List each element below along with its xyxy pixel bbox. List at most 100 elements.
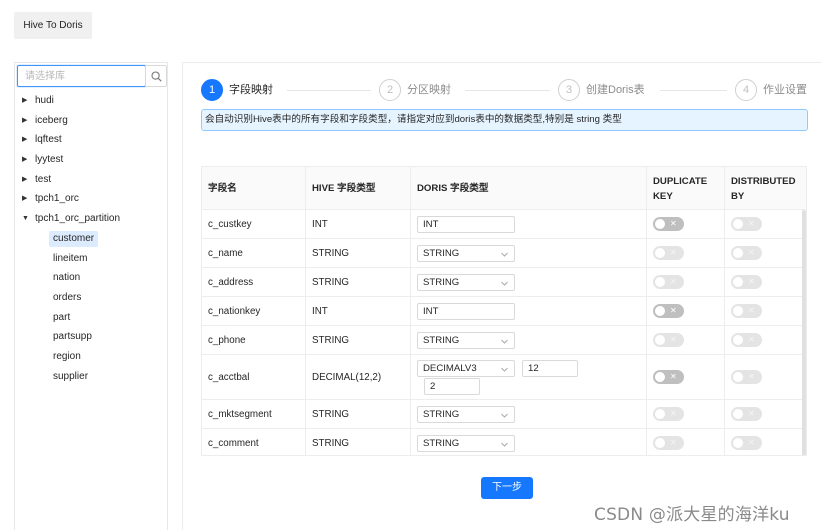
distributed-by-toggle: ✕: [731, 217, 762, 231]
caret-right-icon[interactable]: ▶: [22, 130, 30, 150]
duplicate-key-toggle: ✕: [653, 436, 684, 450]
duplicate-key-cell: ✕: [647, 239, 725, 267]
tree-node-table[interactable]: region: [15, 347, 167, 367]
database-search-input[interactable]: [17, 65, 146, 87]
caret-right-icon[interactable]: ▶: [22, 91, 30, 111]
doris-type-cell: STRING: [411, 268, 647, 296]
duplicate-key-toggle: ✕: [653, 333, 684, 347]
doris-type-select[interactable]: STRING: [417, 406, 515, 423]
tree-node-database[interactable]: ▶ test: [15, 170, 167, 190]
switch-knob: [733, 409, 743, 419]
table-row: c_address STRING STRING ✕ ✕: [202, 268, 806, 297]
table-row: c_comment STRING STRING ✕ ✕: [202, 429, 806, 455]
doris-type-cell: DECIMALV3 12 2: [411, 355, 647, 399]
header-field-name: 字段名: [202, 167, 306, 210]
hive-type-cell: INT: [306, 297, 411, 325]
doris-type-select[interactable]: DECIMALV3: [417, 360, 515, 377]
tree-node-label: hudi: [35, 95, 54, 106]
caret-down-icon[interactable]: ▼: [22, 209, 30, 229]
switch-off-icon: ✕: [748, 372, 755, 381]
tree-node-database[interactable]: ▼ tpch1_orc_partition: [15, 209, 167, 229]
doris-type-select[interactable]: STRING: [417, 435, 515, 452]
tree-node-table[interactable]: lineitem: [15, 249, 167, 269]
tree-node-label: iceberg: [35, 114, 68, 126]
field-name-cell: c_custkey: [202, 210, 306, 238]
tree-node-table-label: supplier: [53, 370, 89, 382]
switch-off-icon: ✕: [748, 409, 755, 418]
tree-node-table-label: customer: [49, 230, 99, 247]
switch-off-icon: ✕: [670, 248, 677, 257]
doris-type-select[interactable]: STRING: [417, 332, 515, 349]
database-tree: ▶ hudi ▶ iceberg ▶ lqftest ▶ lyytest ▶ test ▶ tpch1…: [15, 91, 167, 386]
search-button[interactable]: [145, 65, 167, 87]
switch-knob: [733, 438, 743, 448]
doris-type-select[interactable]: STRING: [417, 274, 515, 291]
switch-knob: [733, 248, 743, 258]
table-row: c_acctbal DECIMAL(12,2) DECIMALV3 12 2 ✕ ✕: [202, 355, 806, 400]
step-connector: [287, 90, 371, 91]
tree-node-database[interactable]: ▶ lyytest: [15, 150, 167, 170]
field-name-cell: c_phone: [202, 326, 306, 354]
switch-off-icon: ✕: [748, 306, 755, 315]
decimal-scale-input[interactable]: 2: [424, 378, 480, 395]
next-step-button[interactable]: 下一步: [481, 477, 533, 499]
chevron-down-icon: [500, 439, 509, 454]
doris-type-input[interactable]: INT: [417, 216, 515, 233]
caret-right-icon[interactable]: ▶: [22, 150, 30, 170]
field-mapping-table: 字段名 HIVE 字段类型 DORIS 字段类型 DUPLICATE KEY DI…: [201, 166, 807, 456]
table-row: c_name STRING STRING ✕ ✕: [202, 239, 806, 268]
tree-node-database[interactable]: ▶ lqftest: [15, 130, 167, 150]
switch-off-icon: ✕: [748, 248, 755, 257]
doris-type-select[interactable]: STRING: [417, 245, 515, 262]
tree-node-table[interactable]: customer: [15, 229, 167, 249]
decimal-precision-input[interactable]: 12: [522, 360, 578, 377]
hive-type-cell: STRING: [306, 239, 411, 267]
tree-node-table[interactable]: supplier: [15, 367, 167, 387]
duplicate-key-cell: ✕: [647, 400, 725, 428]
switch-knob: [733, 219, 743, 229]
tree-node-database[interactable]: ▶ iceberg: [15, 111, 167, 131]
caret-right-icon[interactable]: ▶: [22, 170, 30, 190]
switch-knob: [655, 219, 665, 229]
duplicate-key-cell: ✕: [647, 297, 725, 325]
tree-node-database[interactable]: ▶ hudi: [15, 91, 167, 111]
tree-node-table[interactable]: partsupp: [15, 327, 167, 347]
switch-off-icon: ✕: [670, 306, 677, 315]
duplicate-key-cell: ✕: [647, 268, 725, 296]
caret-right-icon[interactable]: ▶: [22, 111, 30, 131]
switch-knob: [655, 438, 665, 448]
tab-hive-to-doris[interactable]: Hive To Doris: [14, 12, 92, 39]
tree-node-table-label: region: [53, 350, 81, 362]
caret-right-icon[interactable]: ▶: [22, 189, 30, 209]
hive-type-cell: STRING: [306, 400, 411, 428]
doris-type-input[interactable]: INT: [417, 303, 515, 320]
duplicate-key-cell: ✕: [647, 355, 725, 399]
duplicate-key-toggle: ✕: [653, 246, 684, 260]
switch-off-icon: ✕: [670, 219, 677, 228]
duplicate-key-toggle: ✕: [653, 407, 684, 421]
field-name-cell: c_name: [202, 239, 306, 267]
tree-node-table[interactable]: nation: [15, 268, 167, 288]
distributed-by-toggle: ✕: [731, 407, 762, 421]
header-duplicate-key: DUPLICATE KEY: [647, 167, 725, 210]
info-alert: 会自动识别Hive表中的所有字段和字段类型，请指定对应到doris表中的数据类型…: [201, 109, 808, 131]
tree-node-table[interactable]: orders: [15, 288, 167, 308]
step-connector: [465, 90, 550, 91]
duplicate-key-toggle[interactable]: ✕: [653, 370, 684, 384]
distributed-by-toggle: ✕: [731, 333, 762, 347]
switch-knob: [733, 335, 743, 345]
header-distributed-by-line2: BY: [731, 190, 745, 202]
hive-type-cell: STRING: [306, 429, 411, 455]
database-search: [17, 65, 167, 87]
doris-type-cell: INT: [411, 297, 647, 325]
header-duplicate-key-line2: KEY: [653, 190, 673, 202]
duplicate-key-toggle[interactable]: ✕: [653, 217, 684, 231]
table-scrollbar[interactable]: [802, 210, 806, 455]
field-name-cell: c_mktsegment: [202, 400, 306, 428]
table-header: 字段名 HIVE 字段类型 DORIS 字段类型 DUPLICATE KEY DI…: [202, 167, 806, 210]
switch-knob: [733, 372, 743, 382]
tree-node-database[interactable]: ▶ tpch1_orc: [15, 189, 167, 209]
tree-node-table[interactable]: part: [15, 308, 167, 328]
distributed-by-toggle: ✕: [731, 304, 762, 318]
duplicate-key-toggle[interactable]: ✕: [653, 304, 684, 318]
